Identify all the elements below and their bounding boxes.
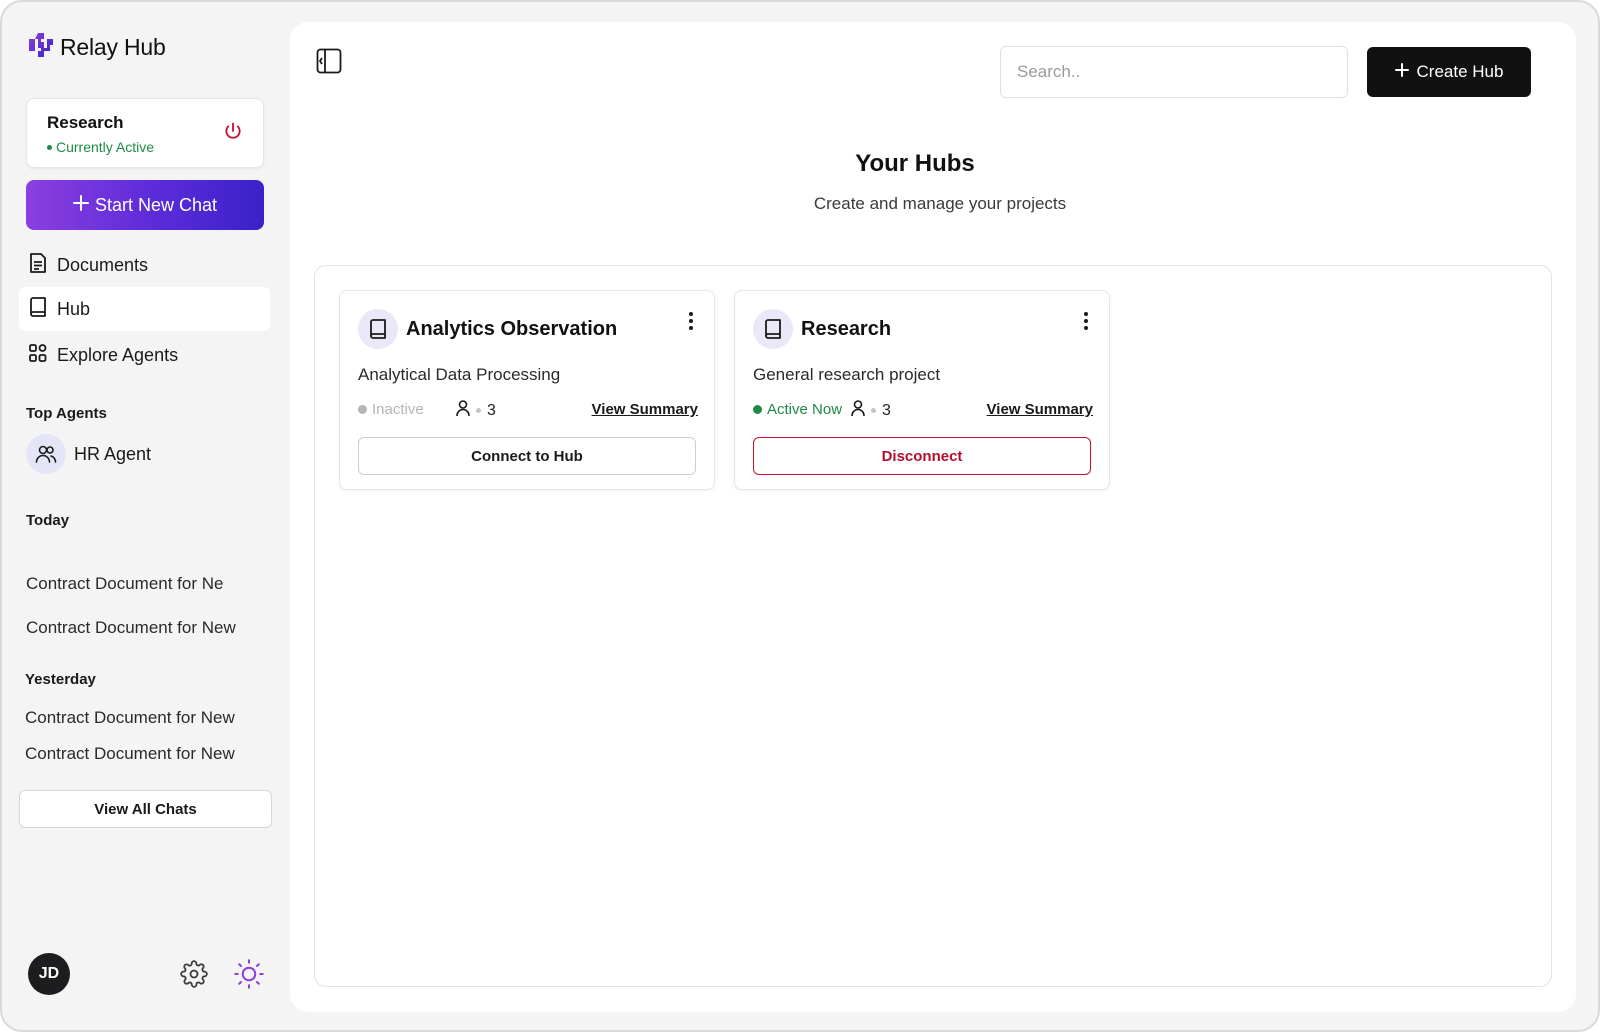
main-panel: Create Hub Your Hubs Create and manage y… <box>290 22 1576 1012</box>
sidebar: Relay Hub Research Currently Active Star… <box>2 2 288 1030</box>
book-icon <box>753 309 793 349</box>
hub-title: Analytics Observation <box>406 318 618 340</box>
hub-title: Research <box>801 318 892 340</box>
chat-history-item[interactable]: Contract Document for New <box>26 618 271 638</box>
yesterday-heading: Yesterday <box>25 671 96 688</box>
today-heading: Today <box>26 512 70 529</box>
more-vertical-icon[interactable] <box>1083 311 1089 336</box>
book-icon <box>29 296 47 322</box>
hub-card: Research General research project Active… <box>734 290 1110 490</box>
search-input[interactable] <box>1000 46 1348 98</box>
book-icon <box>358 309 398 349</box>
hub-description: Analytical Data Processing <box>358 365 561 384</box>
users-icon <box>26 434 66 474</box>
document-icon <box>29 252 47 278</box>
sidebar-item-hub[interactable]: Hub <box>19 287 270 331</box>
hub-status: Inactive <box>358 401 424 418</box>
hub-meta: Active Now 3 View Summary <box>753 400 1093 421</box>
hub-grid: Analytics Observation Analytical Data Pr… <box>314 265 1552 987</box>
hub-members: 3 <box>851 400 891 421</box>
app-name: Relay Hub <box>60 34 166 60</box>
sidebar-item-label: Documents <box>57 254 149 275</box>
active-hub-status: Currently Active <box>47 139 154 155</box>
plus-icon <box>72 194 89 216</box>
page-title: Your Hubs <box>855 150 975 177</box>
hub-meta: Inactive 3 View Summary <box>358 400 698 421</box>
agent-item-hr[interactable]: HR Agent <box>26 434 151 474</box>
hub-members: 3 <box>456 400 496 421</box>
disconnect-button[interactable]: Disconnect <box>753 437 1091 475</box>
page-subtitle: Create and manage your projects <box>813 194 1067 213</box>
sidebar-item-label: Hub <box>57 298 91 319</box>
status-dot <box>753 405 762 414</box>
user-avatar[interactable]: JD <box>28 953 70 995</box>
view-all-chats-button[interactable]: View All Chats <box>19 790 272 828</box>
user-icon <box>456 400 470 421</box>
view-summary-link[interactable]: View Summary <box>987 401 1093 418</box>
create-hub-button[interactable]: Create Hub <box>1367 47 1531 97</box>
power-icon[interactable] <box>223 121 243 146</box>
create-hub-label: Create Hub <box>1416 62 1504 81</box>
hub-status: Active Now <box>753 401 842 418</box>
status-dot <box>47 144 52 150</box>
separator-dot <box>476 408 481 413</box>
app-logo[interactable]: Relay Hub <box>26 30 166 65</box>
sidebar-toggle-icon[interactable] <box>316 48 342 79</box>
chat-history-item[interactable]: Contract Document for Ne <box>26 574 271 594</box>
agent-name: HR Agent <box>74 443 152 464</box>
sun-icon[interactable] <box>234 959 264 994</box>
member-count: 3 <box>487 401 496 419</box>
start-new-chat-button[interactable]: Start New Chat <box>26 180 264 230</box>
gear-icon[interactable] <box>180 960 208 993</box>
active-hub-card: Research Currently Active <box>26 98 264 168</box>
top-agents-heading: Top Agents <box>26 405 107 422</box>
chat-history-item[interactable]: Contract Document for New <box>25 744 270 764</box>
app-window: Relay Hub Research Currently Active Star… <box>0 0 1600 1032</box>
hub-description: General research project <box>753 365 941 384</box>
hub-card: Analytics Observation Analytical Data Pr… <box>339 290 715 490</box>
sidebar-item-explore-agents[interactable]: Explore Agents <box>19 333 270 377</box>
sidebar-item-documents[interactable]: Documents <box>19 243 270 287</box>
sidebar-item-label: Explore Agents <box>57 344 179 365</box>
connect-to-hub-button[interactable]: Connect to Hub <box>358 437 696 475</box>
hub-status-text: Active Now <box>767 401 843 418</box>
active-hub-name: Research <box>47 113 124 132</box>
start-new-chat-label: Start New Chat <box>94 194 218 215</box>
view-summary-link[interactable]: View Summary <box>592 401 698 418</box>
member-count: 3 <box>882 401 891 419</box>
chat-history-item[interactable]: Contract Document for New <box>25 708 270 728</box>
grid-icon <box>29 343 47 367</box>
hub-status-text: Inactive <box>372 401 424 418</box>
status-dot <box>358 405 367 414</box>
separator-dot <box>871 408 876 413</box>
more-vertical-icon[interactable] <box>688 311 694 336</box>
active-hub-status-text: Currently Active <box>56 139 155 155</box>
user-icon <box>851 400 865 421</box>
logo-icon <box>26 30 56 65</box>
plus-icon <box>1394 62 1409 82</box>
